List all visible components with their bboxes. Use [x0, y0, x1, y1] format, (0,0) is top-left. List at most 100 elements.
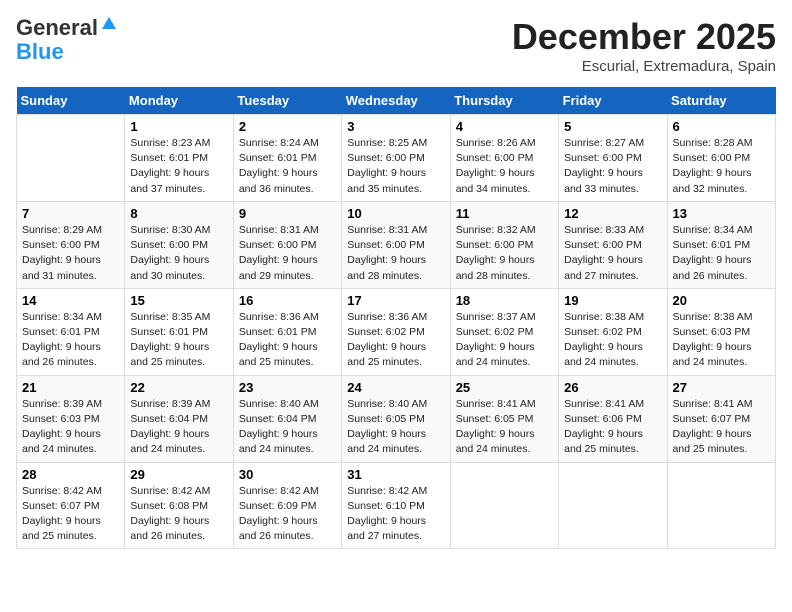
- calendar-day-cell: 23Sunrise: 8:40 AMSunset: 6:04 PMDayligh…: [233, 375, 341, 462]
- calendar-day-cell: 6Sunrise: 8:28 AMSunset: 6:00 PMDaylight…: [667, 115, 775, 202]
- day-number: 10: [347, 206, 444, 221]
- day-number: 28: [22, 467, 119, 482]
- day-number: 13: [673, 206, 770, 221]
- day-number: 11: [456, 206, 553, 221]
- calendar-day-cell: 31Sunrise: 8:42 AMSunset: 6:10 PMDayligh…: [342, 462, 450, 549]
- day-info: Sunrise: 8:41 AMSunset: 6:07 PMDaylight:…: [673, 397, 770, 458]
- calendar-day-cell: 24 Sunrise: 8:40 AMSunset: 6:05 PMDayligh…: [342, 375, 450, 462]
- calendar-day-cell: 21 Sunrise: 8:39 AMSunset: 6:03 PMDayligh…: [17, 375, 125, 462]
- day-info: Sunrise: 8:29 AMSunset: 6:00 PMDaylight:…: [22, 223, 119, 284]
- day-info: Sunrise: 8:36 AMSunset: 6:02 PMDaylight:…: [347, 310, 444, 371]
- calendar-week-row: 28 Sunrise: 8:42 AMSunset: 6:07 PMDayligh…: [17, 462, 776, 549]
- day-number: 20: [673, 293, 770, 308]
- weekday-header: Saturday: [667, 87, 775, 115]
- calendar-day-cell: 15 Sunrise: 8:35 AMSunset: 6:01 PMDayligh…: [125, 288, 233, 375]
- day-number: 3: [347, 119, 444, 134]
- day-info: Sunrise: 8:34 AMSunset: 6:01 PMDaylight:…: [22, 310, 119, 371]
- day-number: 8: [130, 206, 227, 221]
- calendar-day-cell: [559, 462, 667, 549]
- day-number: 1: [130, 119, 227, 134]
- day-info: Sunrise: 8:34 AMSunset: 6:01 PMDaylight:…: [673, 223, 770, 284]
- page-header: General Blue December 2025 Escurial, Ext…: [16, 16, 776, 75]
- day-info: Sunrise: 8:28 AMSunset: 6:00 PMDaylight:…: [673, 136, 770, 197]
- calendar-day-cell: 16 Sunrise: 8:36 AMSunset: 6:01 PMDayligh…: [233, 288, 341, 375]
- calendar-day-cell: 14Sunrise: 8:34 AMSunset: 6:01 PMDayligh…: [17, 288, 125, 375]
- day-number: 2: [239, 119, 336, 134]
- day-number: 24: [347, 380, 444, 395]
- calendar-week-row: 14Sunrise: 8:34 AMSunset: 6:01 PMDayligh…: [17, 288, 776, 375]
- calendar-day-cell: 13 Sunrise: 8:34 AMSunset: 6:01 PMDayligh…: [667, 201, 775, 288]
- calendar-day-cell: 12Sunrise: 8:33 AMSunset: 6:00 PMDayligh…: [559, 201, 667, 288]
- day-number: 12: [564, 206, 661, 221]
- day-number: 19: [564, 293, 661, 308]
- day-info: Sunrise: 8:31 AMSunset: 6:00 PMDaylight:…: [347, 223, 444, 284]
- day-info: Sunrise: 8:23 AMSunset: 6:01 PMDaylight:…: [130, 136, 227, 197]
- calendar-table: SundayMondayTuesdayWednesdayThursdayFrid…: [16, 87, 776, 549]
- calendar-day-cell: 11Sunrise: 8:32 AMSunset: 6:00 PMDayligh…: [450, 201, 558, 288]
- calendar-day-cell: 8Sunrise: 8:30 AMSunset: 6:00 PMDaylight…: [125, 201, 233, 288]
- day-info: Sunrise: 8:39 AMSunset: 6:03 PMDaylight:…: [22, 397, 119, 458]
- day-info: Sunrise: 8:25 AMSunset: 6:00 PMDaylight:…: [347, 136, 444, 197]
- calendar-day-cell: 20 Sunrise: 8:38 AMSunset: 6:03 PMDayligh…: [667, 288, 775, 375]
- calendar-day-cell: 1 Sunrise: 8:23 AMSunset: 6:01 PMDaylight…: [125, 115, 233, 202]
- day-number: 23: [239, 380, 336, 395]
- logo-general: General: [16, 16, 98, 40]
- calendar-day-cell: 19 Sunrise: 8:38 AMSunset: 6:02 PMDayligh…: [559, 288, 667, 375]
- calendar-day-cell: 7 Sunrise: 8:29 AMSunset: 6:00 PMDaylight…: [17, 201, 125, 288]
- day-number: 26: [564, 380, 661, 395]
- calendar-day-cell: 28 Sunrise: 8:42 AMSunset: 6:07 PMDayligh…: [17, 462, 125, 549]
- calendar-day-cell: 5 Sunrise: 8:27 AMSunset: 6:00 PMDaylight…: [559, 115, 667, 202]
- day-number: 15: [130, 293, 227, 308]
- calendar-day-cell: [450, 462, 558, 549]
- day-info: Sunrise: 8:26 AMSunset: 6:00 PMDaylight:…: [456, 136, 553, 197]
- weekday-header: Sunday: [17, 87, 125, 115]
- title-block: December 2025 Escurial, Extremadura, Spa…: [512, 16, 776, 75]
- calendar-day-cell: 22 Sunrise: 8:39 AMSunset: 6:04 PMDayligh…: [125, 375, 233, 462]
- logo-blue: Blue: [16, 39, 64, 64]
- day-info: Sunrise: 8:41 AMSunset: 6:05 PMDaylight:…: [456, 397, 553, 458]
- day-number: 29: [130, 467, 227, 482]
- day-info: Sunrise: 8:27 AMSunset: 6:00 PMDaylight:…: [564, 136, 661, 197]
- weekday-header: Wednesday: [342, 87, 450, 115]
- day-info: Sunrise: 8:31 AMSunset: 6:00 PMDaylight:…: [239, 223, 336, 284]
- calendar-day-cell: 3 Sunrise: 8:25 AMSunset: 6:00 PMDaylight…: [342, 115, 450, 202]
- calendar-day-cell: 2 Sunrise: 8:24 AMSunset: 6:01 PMDaylight…: [233, 115, 341, 202]
- day-info: Sunrise: 8:37 AMSunset: 6:02 PMDaylight:…: [456, 310, 553, 371]
- calendar-day-cell: 25 Sunrise: 8:41 AMSunset: 6:05 PMDayligh…: [450, 375, 558, 462]
- calendar-header-row: SundayMondayTuesdayWednesdayThursdayFrid…: [17, 87, 776, 115]
- logo-icon: [100, 15, 118, 33]
- day-number: 18: [456, 293, 553, 308]
- calendar-day-cell: 26 Sunrise: 8:41 AMSunset: 6:06 PMDayligh…: [559, 375, 667, 462]
- day-info: Sunrise: 8:40 AMSunset: 6:05 PMDaylight:…: [347, 397, 444, 458]
- calendar-day-cell: 10 Sunrise: 8:31 AMSunset: 6:00 PMDayligh…: [342, 201, 450, 288]
- location: Escurial, Extremadura, Spain: [512, 58, 776, 75]
- day-number: 25: [456, 380, 553, 395]
- day-number: 31: [347, 467, 444, 482]
- day-number: 21: [22, 380, 119, 395]
- day-info: Sunrise: 8:36 AMSunset: 6:01 PMDaylight:…: [239, 310, 336, 371]
- calendar-day-cell: [667, 462, 775, 549]
- weekday-header: Tuesday: [233, 87, 341, 115]
- day-info: Sunrise: 8:42 AMSunset: 6:07 PMDaylight:…: [22, 484, 119, 545]
- day-info: Sunrise: 8:35 AMSunset: 6:01 PMDaylight:…: [130, 310, 227, 371]
- calendar-day-cell: [17, 115, 125, 202]
- calendar-day-cell: 30Sunrise: 8:42 AMSunset: 6:09 PMDayligh…: [233, 462, 341, 549]
- weekday-header: Thursday: [450, 87, 558, 115]
- day-number: 17: [347, 293, 444, 308]
- calendar-day-cell: 27Sunrise: 8:41 AMSunset: 6:07 PMDayligh…: [667, 375, 775, 462]
- day-info: Sunrise: 8:41 AMSunset: 6:06 PMDaylight:…: [564, 397, 661, 458]
- day-number: 9: [239, 206, 336, 221]
- calendar-day-cell: 29Sunrise: 8:42 AMSunset: 6:08 PMDayligh…: [125, 462, 233, 549]
- day-number: 16: [239, 293, 336, 308]
- day-info: Sunrise: 8:38 AMSunset: 6:02 PMDaylight:…: [564, 310, 661, 371]
- weekday-header: Monday: [125, 87, 233, 115]
- calendar-day-cell: 9 Sunrise: 8:31 AMSunset: 6:00 PMDaylight…: [233, 201, 341, 288]
- day-info: Sunrise: 8:38 AMSunset: 6:03 PMDaylight:…: [673, 310, 770, 371]
- day-number: 7: [22, 206, 119, 221]
- day-info: Sunrise: 8:39 AMSunset: 6:04 PMDaylight:…: [130, 397, 227, 458]
- calendar-week-row: 21 Sunrise: 8:39 AMSunset: 6:03 PMDayligh…: [17, 375, 776, 462]
- day-info: Sunrise: 8:24 AMSunset: 6:01 PMDaylight:…: [239, 136, 336, 197]
- day-number: 22: [130, 380, 227, 395]
- calendar-day-cell: 18 Sunrise: 8:37 AMSunset: 6:02 PMDayligh…: [450, 288, 558, 375]
- day-number: 5: [564, 119, 661, 134]
